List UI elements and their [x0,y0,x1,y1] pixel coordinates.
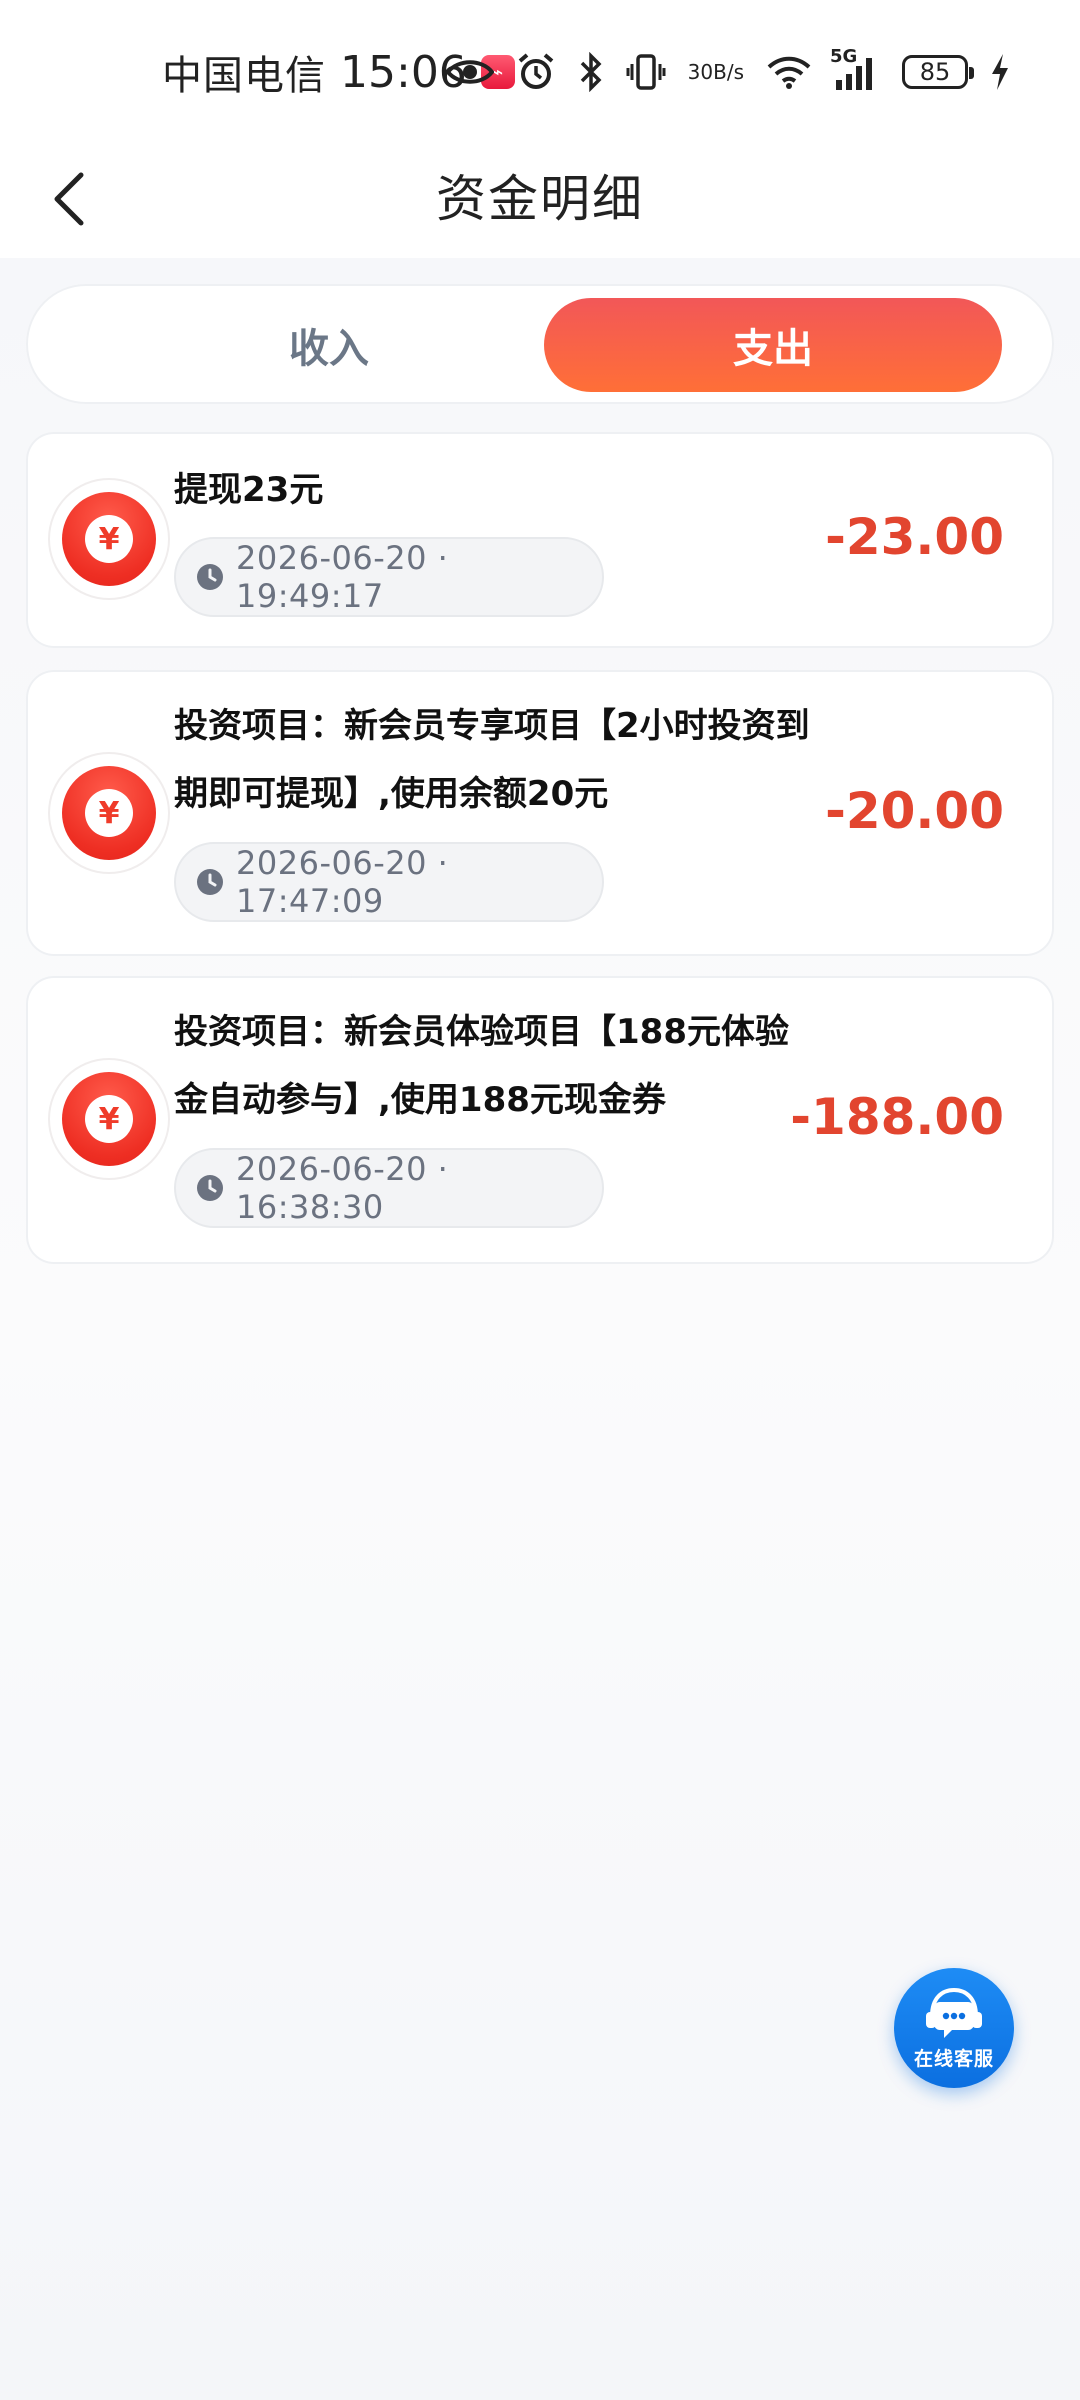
list-item[interactable]: ¥ 提现23元 2026-06-20 · 19:49:17 -23.00 [26,432,1054,648]
net-speed: 30 B/s [688,62,744,82]
charging-icon [990,53,1010,91]
clock-icon [196,1174,224,1202]
online-service-button[interactable]: 在线客服 [894,1968,1014,2088]
network-type: 5G [830,46,858,67]
list-item[interactable]: ¥ 投资项目：新会员专享项目【2小时投资到 期即可提现】,使用余额20元 202… [26,670,1054,956]
clock-icon [196,563,224,591]
record-time-text: 2026-06-20 · 19:49:17 [236,539,449,615]
signal-icon: 5G [830,46,880,92]
record-title: 投资项目：新会员体验项目【188元体验 金自动参与】,使用188元现金券 [174,998,854,1134]
record-title-line: 期即可提现】,使用余额20元 [174,774,609,814]
tab-expense[interactable]: 支出 [544,298,1002,392]
record-title-line: 金自动参与】,使用188元现金券 [174,1080,666,1120]
bluetooth-icon [578,52,604,92]
record-time-text: 2026-06-20 · 16:38:30 [236,1150,449,1226]
top-navigation-bar: 资金明细 [0,140,1080,258]
net-speed-unit: B/s [713,60,744,84]
battery-icon: 85 [902,55,974,89]
yen-coin-icon: ¥ [85,515,133,563]
record-title-line: 投资项目：新会员体验项目【188元体验 [174,1012,789,1052]
record-time: 2026-06-20 · 17:47:09 [174,842,604,922]
net-speed-value: 30 [687,60,714,84]
income-expense-tabs: 收入 支出 [26,284,1054,404]
carrier-name: 中国电信 [162,53,326,99]
record-title-line: 提现23元 [174,470,324,510]
wifi-icon [766,54,812,90]
record-icon: ¥ [50,480,168,598]
record-amount: -188.00 [790,1088,1004,1146]
clock-icon [196,868,224,896]
status-bar: 中国电信 15:06 ⌁ 30 B/s 5G 85 [0,0,1080,140]
yen-coin-icon: ¥ [85,789,133,837]
list-item[interactable]: ¥ 投资项目：新会员体验项目【188元体验 金自动参与】,使用188元现金券 2… [26,976,1054,1264]
status-right: 30 B/s 5G 85 [445,46,1010,98]
yen-coin-icon: ¥ [85,1095,133,1143]
record-time: 2026-06-20 · 19:49:17 [174,537,604,617]
record-icon: ¥ [50,754,168,872]
headset-chat-icon [926,1987,982,2038]
record-time-text: 2026-06-20 · 17:47:09 [236,844,449,920]
page-title: 资金明细 [436,170,644,228]
record-title-line: 投资项目：新会员专享项目【2小时投资到 [174,706,810,746]
record-time: 2026-06-20 · 16:38:30 [174,1148,604,1228]
record-title: 投资项目：新会员专享项目【2小时投资到 期即可提现】,使用余额20元 [174,692,854,828]
tab-income[interactable]: 收入 [100,298,558,392]
vibrate-icon [626,52,666,92]
alarm-icon [516,52,556,92]
record-title: 提现23元 [174,456,854,524]
record-amount: -23.00 [825,508,1004,566]
service-label: 在线客服 [913,2047,994,2070]
record-amount: -20.00 [825,782,1004,840]
record-icon: ¥ [50,1060,168,1178]
eye-icon [445,57,494,87]
